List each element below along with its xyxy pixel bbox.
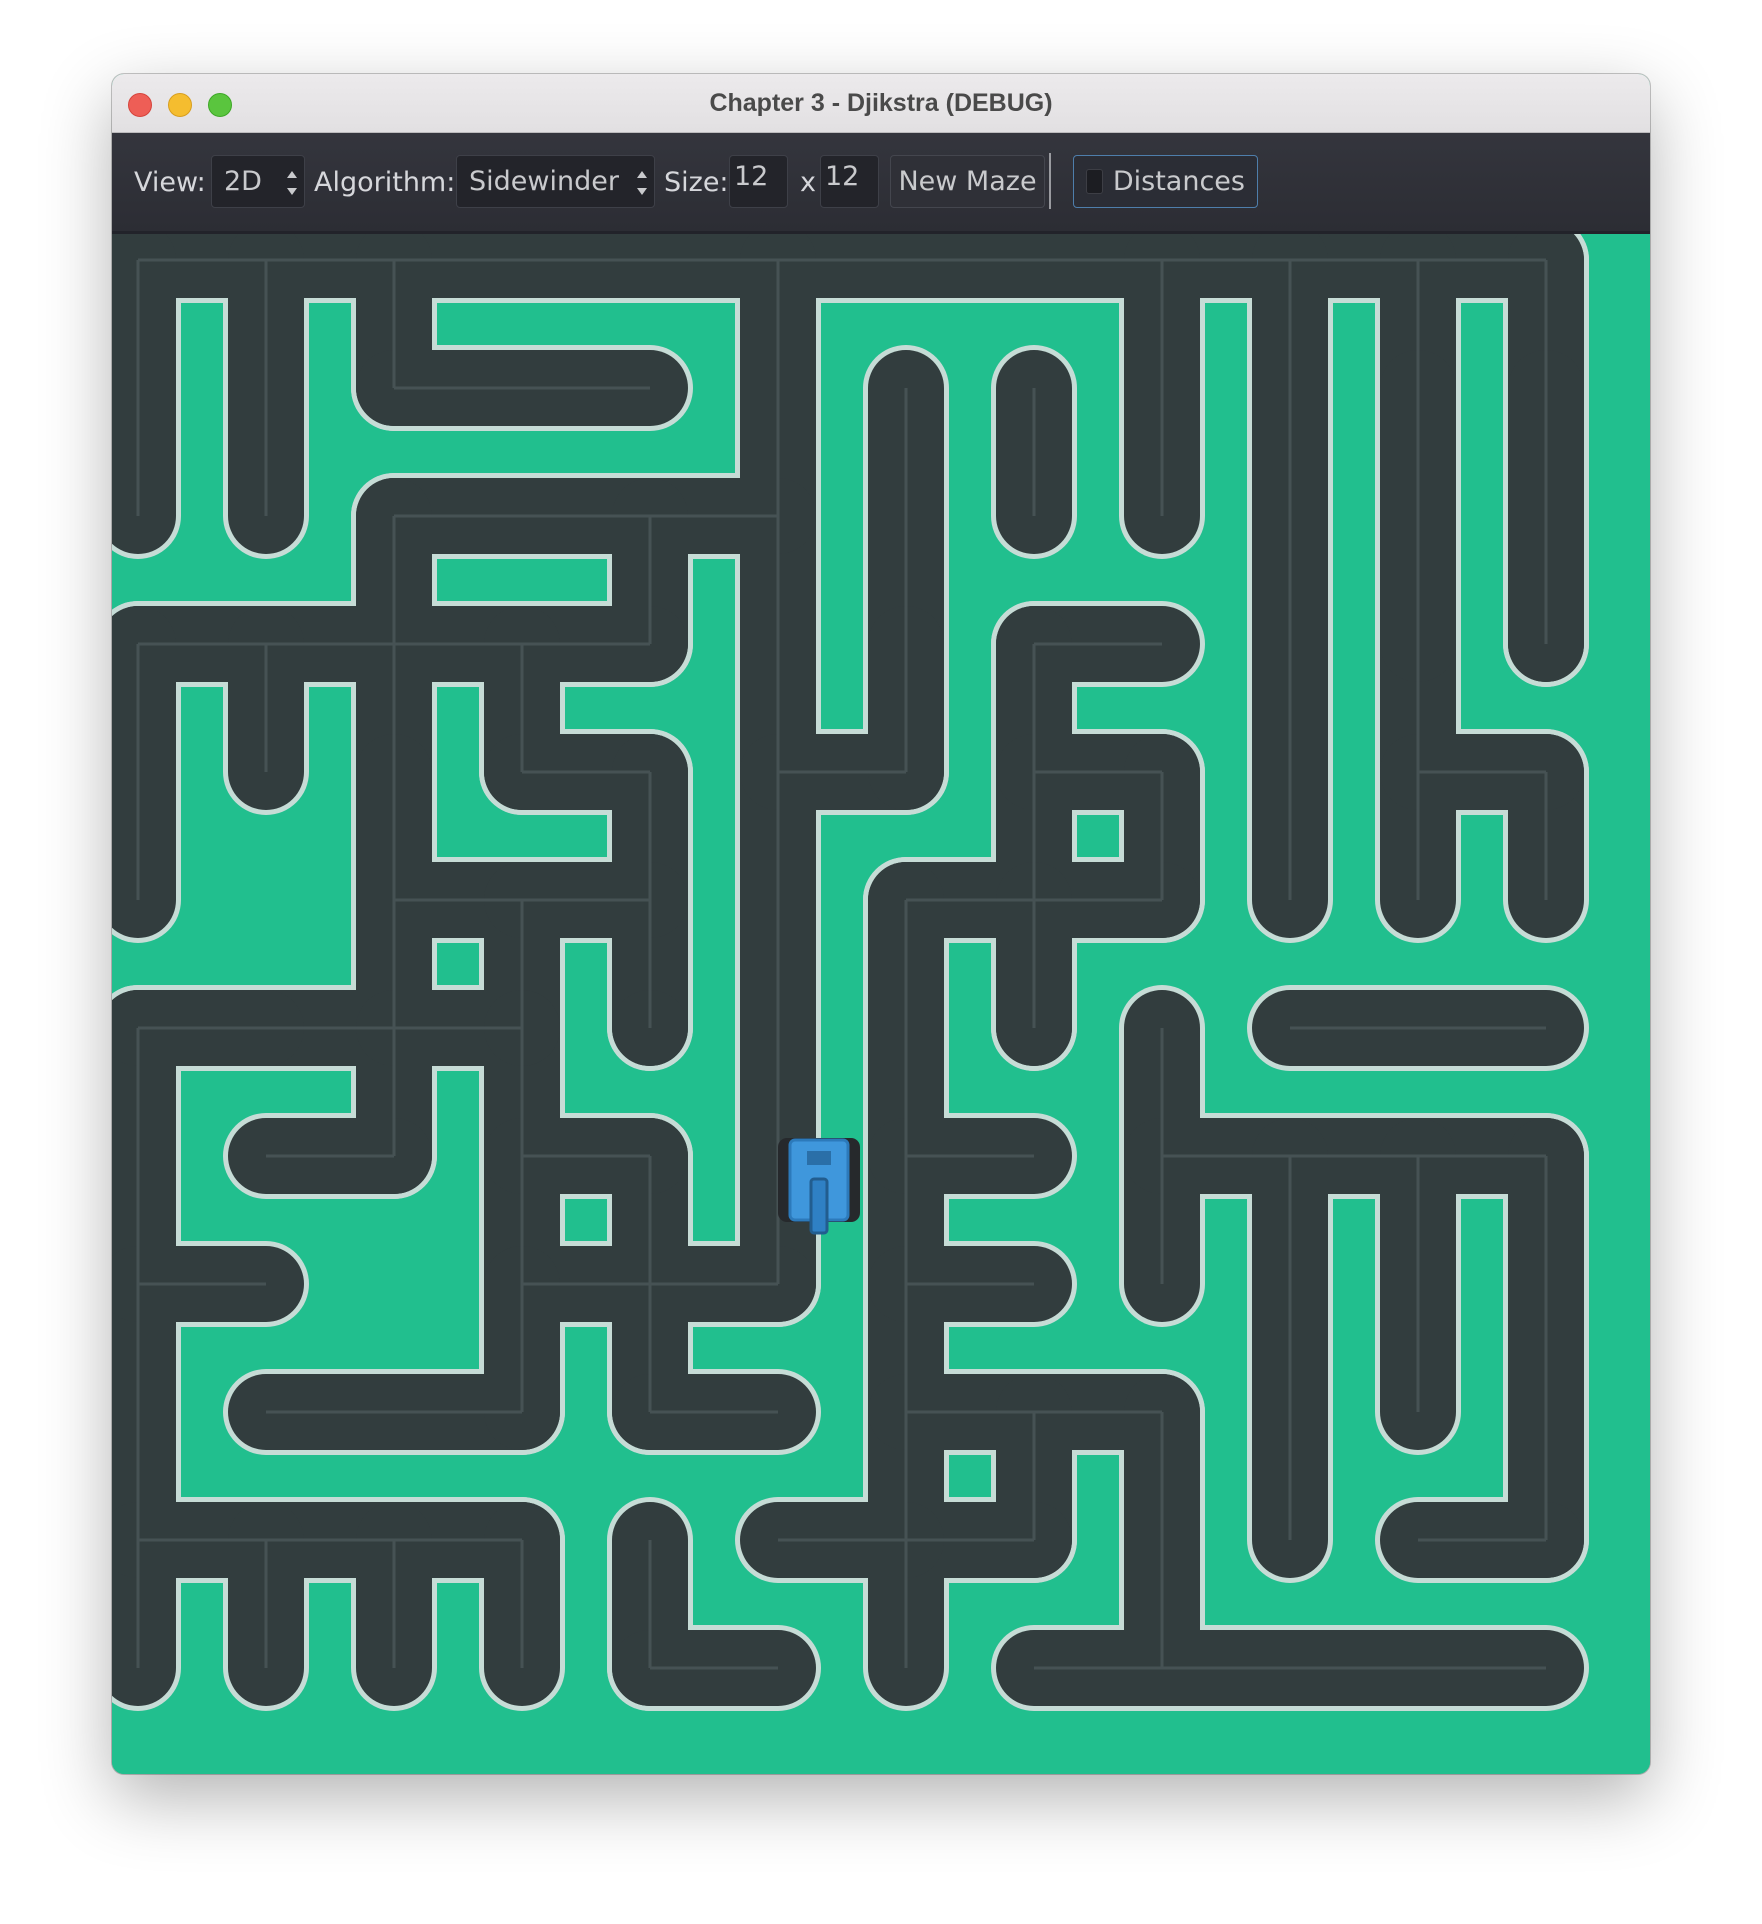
size-width-input[interactable]: 12 xyxy=(729,155,788,208)
maze-canvas[interactable] xyxy=(112,234,1650,1774)
distances-label: Distances xyxy=(1112,166,1245,197)
distances-toggle[interactable]: Distances xyxy=(1073,155,1258,208)
road-fill-layer xyxy=(112,234,1584,1706)
window-title: Chapter 3 - Djikstra (DEBUG) xyxy=(709,89,1053,117)
tank-barrel xyxy=(809,1177,829,1235)
maze-view xyxy=(112,234,1589,1711)
app-window: Chapter 3 - Djikstra (DEBUG) View: 2D Al… xyxy=(112,74,1650,1774)
road-centerline-layer xyxy=(136,258,1548,1670)
new-maze-button[interactable]: New Maze xyxy=(890,155,1045,208)
tank-hatch xyxy=(807,1151,831,1165)
size-height-input[interactable]: 12 xyxy=(820,155,879,208)
size-separator: x xyxy=(800,166,816,198)
view-label: View: xyxy=(134,166,206,198)
distances-checkbox[interactable] xyxy=(1086,169,1103,194)
tank-player xyxy=(778,1138,860,1235)
spinner-arrows-icon xyxy=(636,171,648,195)
algorithm-select[interactable]: Sidewinder xyxy=(456,155,655,208)
algorithm-select-value: Sidewinder xyxy=(469,166,619,197)
algorithm-label: Algorithm: xyxy=(314,166,456,198)
size-label: Size: xyxy=(664,166,729,198)
view-select[interactable]: 2D xyxy=(211,155,305,208)
toolbar-separator xyxy=(1049,153,1051,209)
title-bar: Chapter 3 - Djikstra (DEBUG) xyxy=(112,74,1650,133)
toolbar: View: 2D Algorithm: Sidewinder Size: 12 … xyxy=(112,133,1650,234)
spinner-arrows-icon xyxy=(286,171,298,195)
road-outline-layer xyxy=(112,234,1589,1711)
view-select-value: 2D xyxy=(224,166,262,197)
